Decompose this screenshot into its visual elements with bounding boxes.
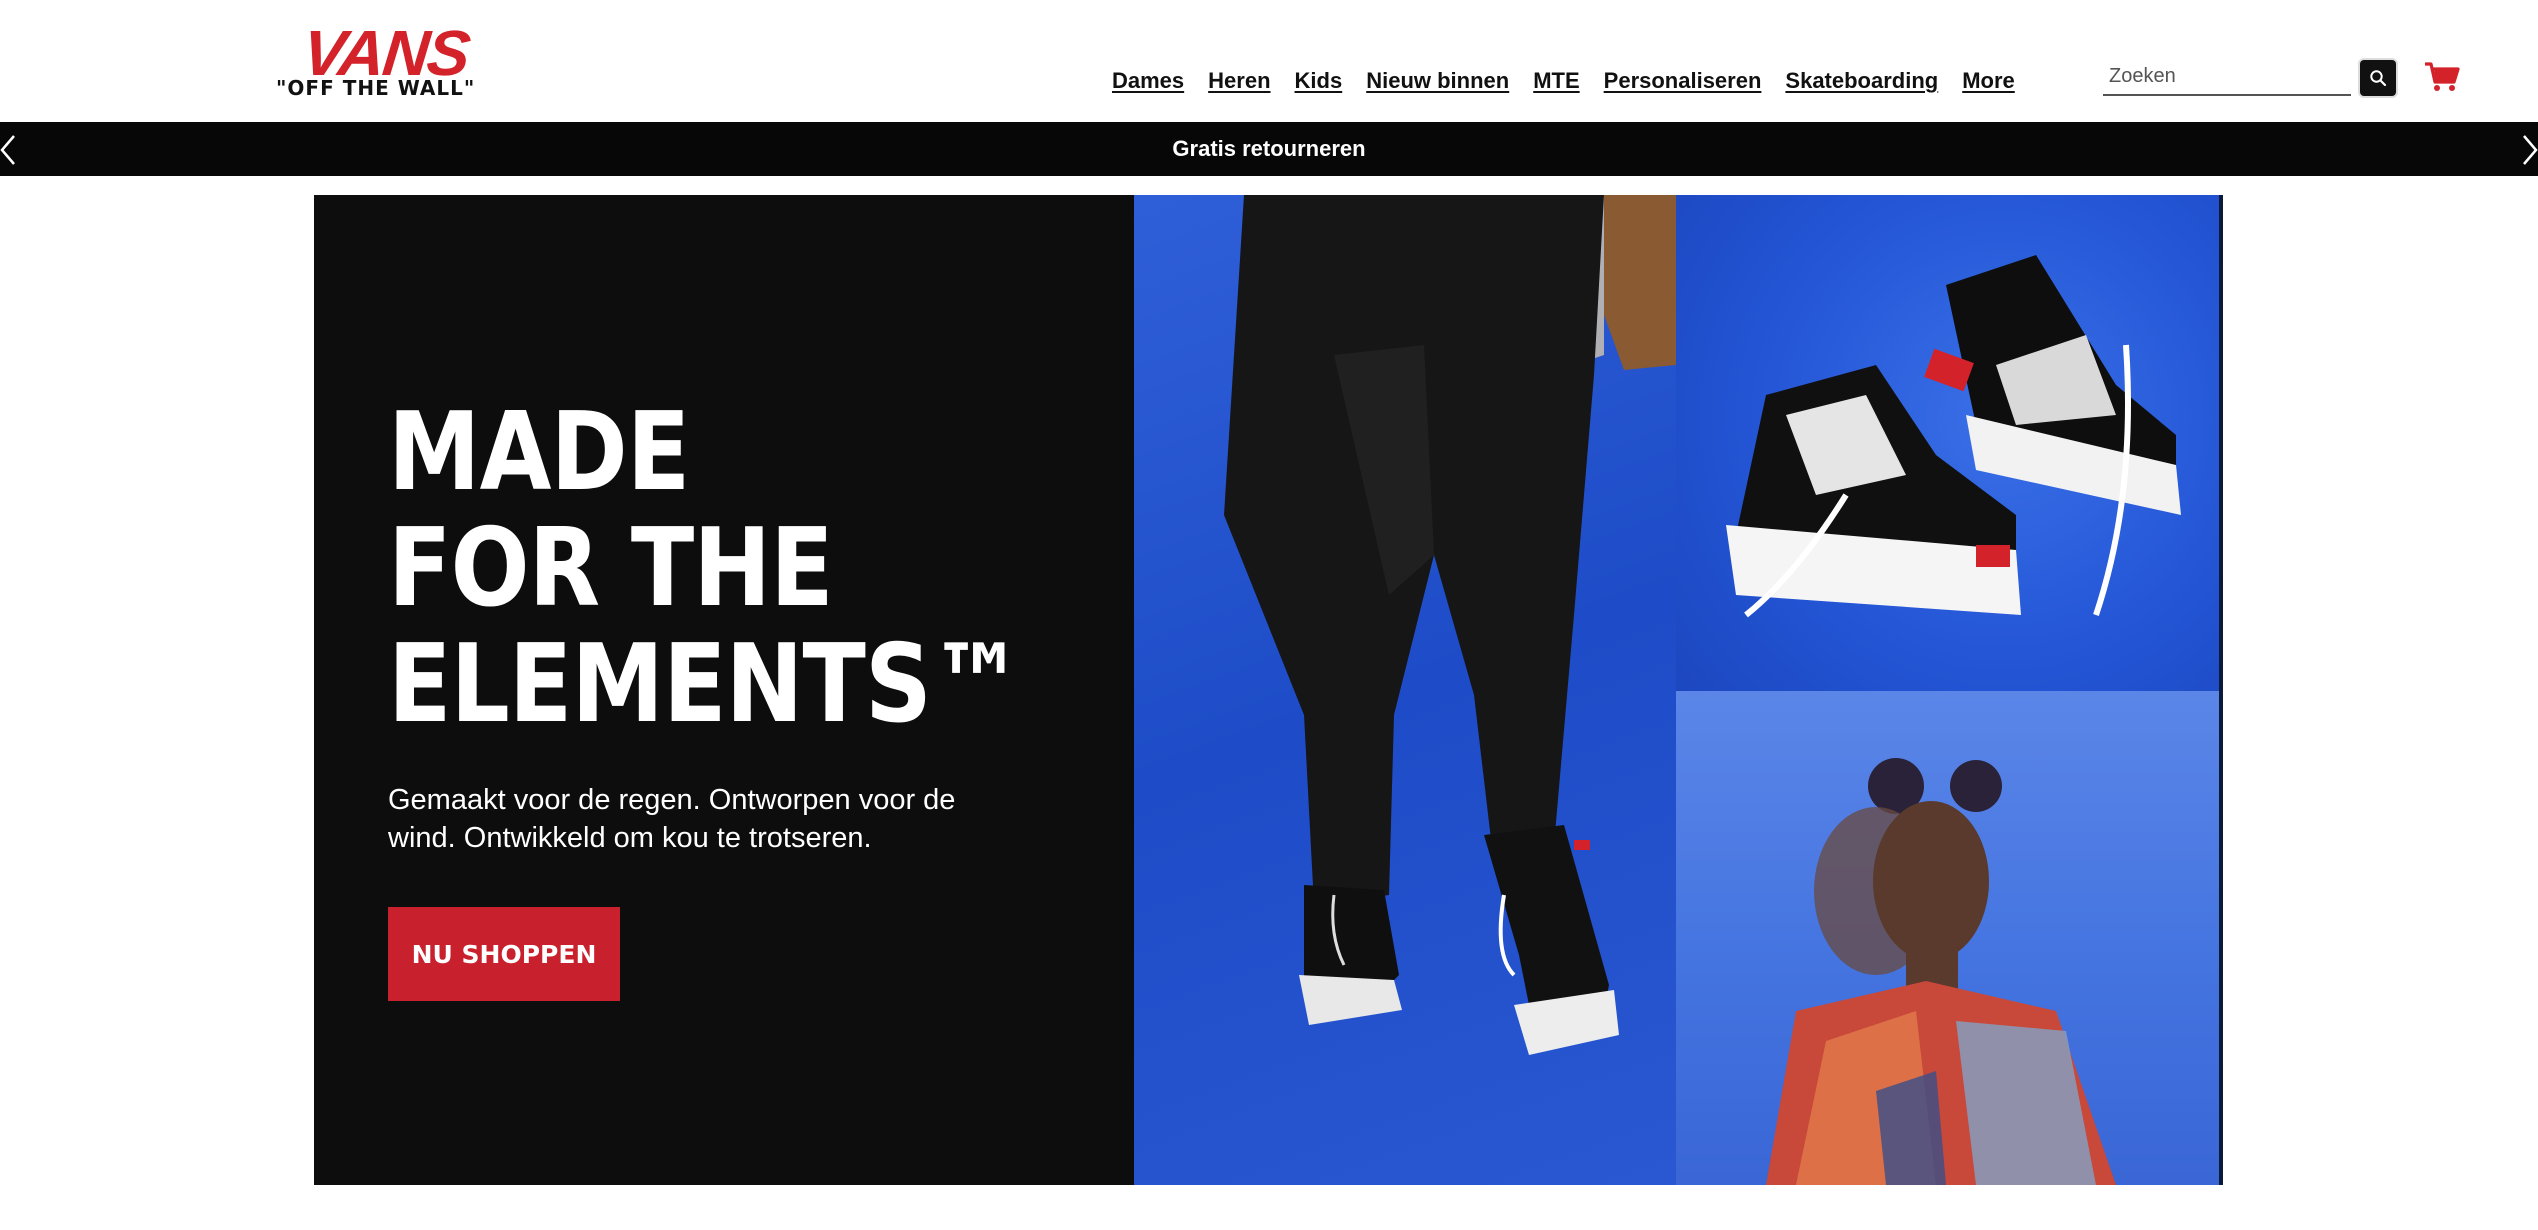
search-button[interactable] — [2360, 60, 2396, 96]
site-header: VANS "OFF THE WALL" Dames Heren Kids Nie… — [0, 0, 2538, 122]
shop-now-button[interactable]: NU SHOPPEN — [388, 907, 620, 1001]
hero-title: MADE FOR THE ELEMENTS™ — [388, 390, 1024, 747]
hero-banner: MADE FOR THE ELEMENTS™ Gemaakt voor de r… — [314, 195, 2223, 1185]
hero-image-sneakers[interactable] — [1676, 195, 2223, 691]
hero-image-portrait[interactable] — [1676, 691, 2223, 1185]
search-icon — [2370, 70, 2387, 87]
search-input[interactable] — [2103, 60, 2355, 92]
announcement-text[interactable]: Gratis retourneren — [1172, 136, 1365, 162]
vans-logo[interactable]: VANS "OFF THE WALL" — [276, 16, 476, 106]
nav-item-more[interactable]: More — [1962, 66, 2015, 100]
portrait-illustration — [1766, 758, 2116, 1185]
chevron-left-icon[interactable] — [0, 134, 20, 166]
nav-item-mte[interactable]: MTE — [1533, 66, 1579, 100]
nav-item-kids[interactable]: Kids — [1295, 66, 1343, 100]
cart-icon — [2425, 62, 2460, 91]
hero-image-legs[interactable] — [1134, 195, 1676, 1185]
legs-illustration — [1224, 195, 1676, 1055]
hero-subtitle: Gemaakt voor de regen. Ontworpen voor de… — [388, 784, 956, 854]
cart-button[interactable] — [2422, 58, 2462, 98]
image-edge — [2219, 195, 2223, 1185]
logo-tagline: "OFF THE WALL" — [276, 76, 476, 100]
nav-item-personaliseren[interactable]: Personaliseren — [1604, 66, 1762, 100]
main-navigation: Dames Heren Kids Nieuw binnen MTE Person… — [1112, 66, 2039, 100]
nav-item-skateboarding[interactable]: Skateboarding — [1785, 66, 1938, 100]
announcement-bar: Gratis retourneren — [0, 122, 2538, 176]
hero-text-panel: MADE FOR THE ELEMENTS™ Gemaakt voor de r… — [314, 195, 1134, 1185]
nav-item-nieuw-binnen[interactable]: Nieuw binnen — [1366, 66, 1509, 100]
search-field — [2103, 60, 2355, 96]
chevron-right-icon[interactable] — [2518, 134, 2538, 166]
nav-item-heren[interactable]: Heren — [1208, 66, 1270, 100]
sneakers-illustration — [1726, 255, 2181, 618]
nav-item-dames[interactable]: Dames — [1112, 66, 1184, 100]
